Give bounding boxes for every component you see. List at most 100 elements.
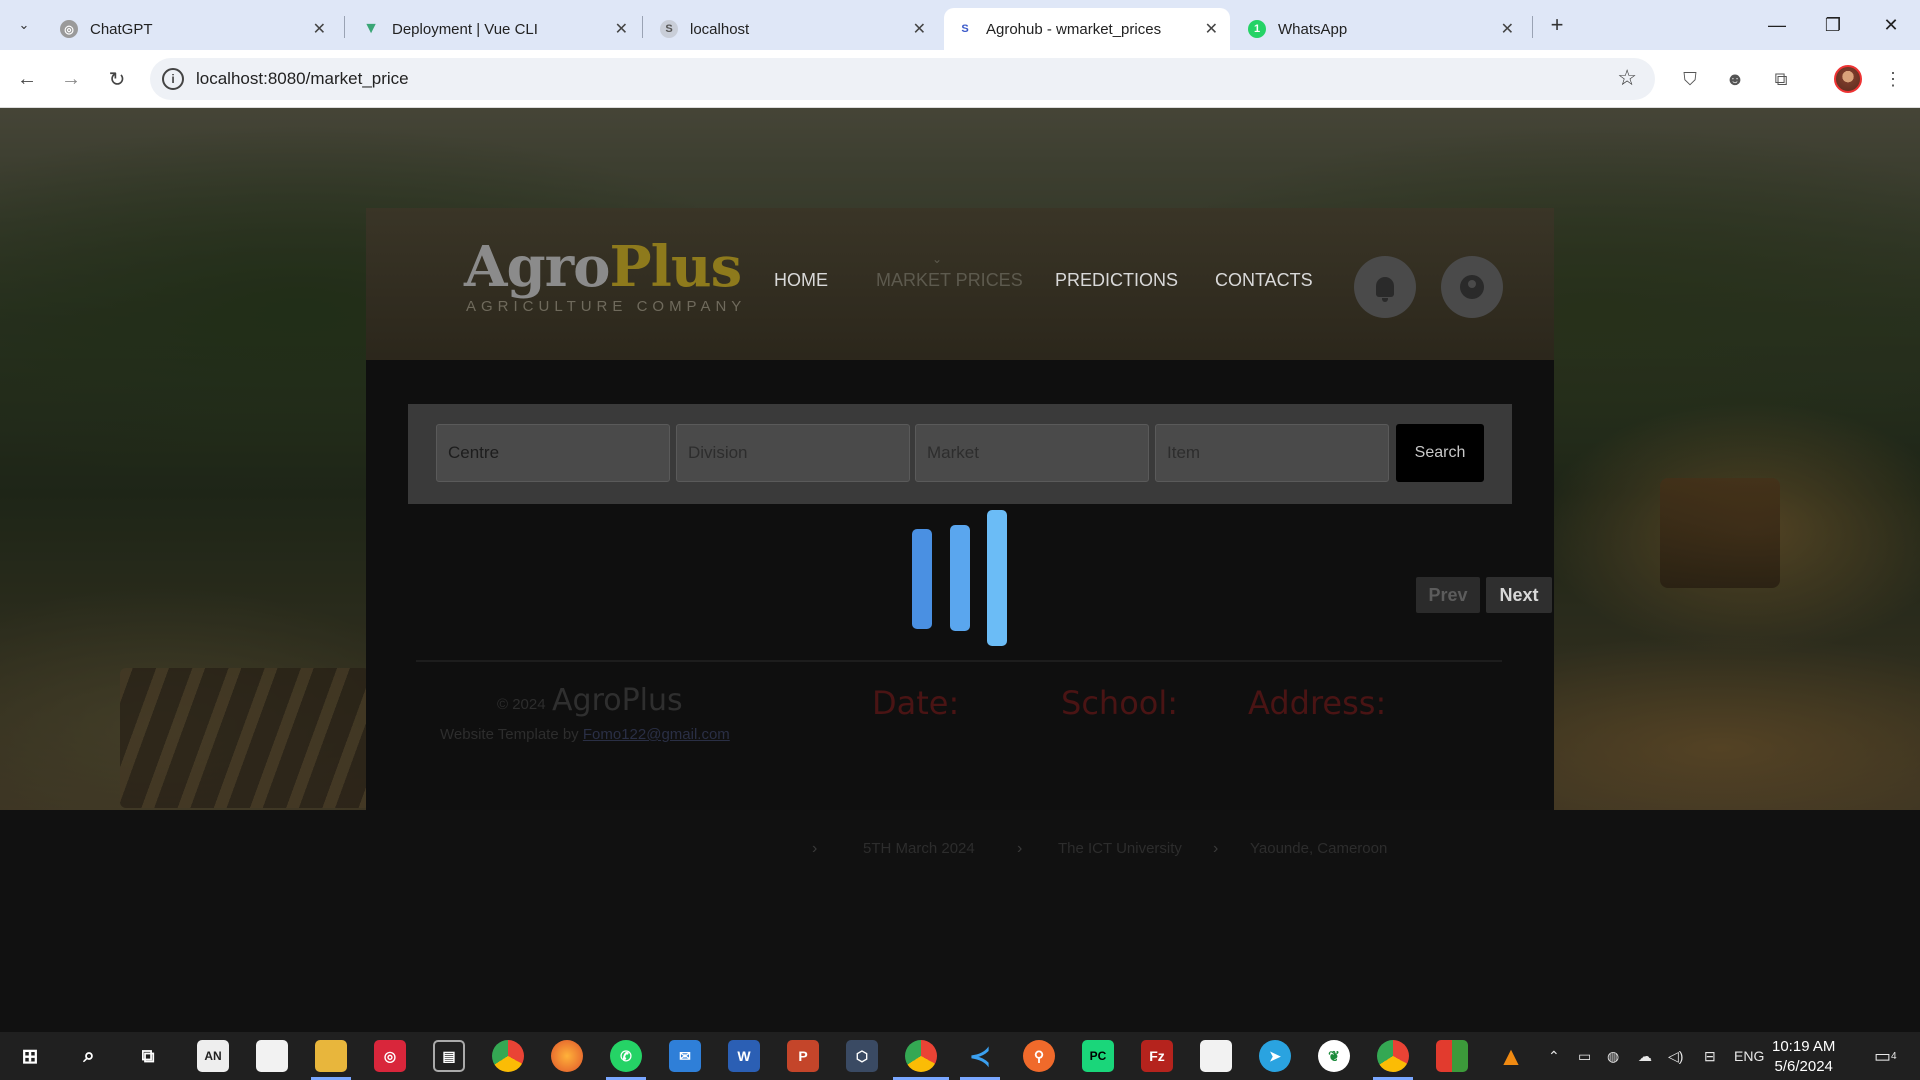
windows-start-icon[interactable]: ⊞ [14, 1040, 46, 1072]
close-tab-icon[interactable]: ✕ [313, 19, 326, 39]
back-icon[interactable]: ← [12, 64, 42, 94]
tab-localhost[interactable]: S localhost ✕ [648, 8, 938, 50]
item-field[interactable]: Item [1155, 424, 1389, 482]
powerpoint-icon[interactable]: P [787, 1040, 819, 1072]
forward-icon[interactable]: → [56, 64, 86, 94]
tab-vue-cli[interactable]: ▼ Deployment | Vue CLI ✕ [350, 8, 640, 50]
chrome-profile-icon[interactable] [905, 1040, 937, 1072]
cloud-icon[interactable]: ☁ [1638, 1032, 1652, 1080]
postman-icon[interactable]: ⚲ [1023, 1040, 1055, 1072]
tab-whatsapp[interactable]: 1 WhatsApp ✕ [1236, 8, 1526, 50]
tab-chatgpt[interactable]: ◎ ChatGPT ✕ [48, 8, 338, 50]
task-view-icon[interactable]: ⧉ [132, 1040, 164, 1072]
profile-avatar[interactable] [1834, 65, 1862, 93]
new-tab-button[interactable]: + [1544, 12, 1570, 38]
market-field[interactable]: Market [915, 424, 1149, 482]
address-bar: ← → ↻ i localhost:8080/market_price ☆ ⛉ … [0, 50, 1920, 108]
logo-plus-text: Plus [609, 234, 742, 300]
search-icon[interactable]: ⌕ [73, 1040, 105, 1072]
credit-prefix: Website Template by [440, 726, 579, 743]
next-button[interactable]: Next [1486, 577, 1552, 613]
chrome-second-profile-icon[interactable] [1377, 1040, 1409, 1072]
account-button[interactable] [1441, 256, 1503, 318]
tab-separator [642, 16, 643, 38]
vscode-icon[interactable]: ≺ [964, 1040, 996, 1072]
vlc-icon[interactable]: ▲ [1495, 1040, 1527, 1072]
display-icon[interactable]: ⊟ [1704, 1032, 1716, 1080]
loader-bar [987, 510, 1007, 646]
bookmark-star-icon[interactable]: ☆ [1617, 65, 1637, 91]
tab-search-chevron-icon[interactable]: ⌄ [10, 12, 38, 38]
nav-contacts[interactable]: CONTACTS [1215, 270, 1313, 291]
winrar-icon[interactable] [1436, 1040, 1468, 1072]
browser-tab-bar: ⌄ ◎ ChatGPT ✕ ▼ Deployment | Vue CLI ✕ S… [0, 0, 1920, 50]
word-icon[interactable]: W [728, 1040, 760, 1072]
site-logo[interactable]: AgroPlus [464, 234, 742, 300]
footer-brand: AgroPlus [552, 683, 683, 718]
user-icon [1460, 275, 1484, 299]
division-field[interactable]: Division [676, 424, 910, 482]
calculator-icon[interactable]: ▤ [433, 1040, 465, 1072]
notepad-icon[interactable] [256, 1040, 288, 1072]
notifications-button[interactable] [1354, 256, 1416, 318]
url-text[interactable]: localhost:8080/market_price [196, 69, 409, 89]
shield-extension-icon[interactable]: ⛉ [1677, 66, 1703, 92]
file-explorer-icon[interactable] [315, 1040, 347, 1072]
virtualbox-icon[interactable]: ⬡ [846, 1040, 878, 1072]
footer-address-heading: Address: [1248, 684, 1387, 722]
close-tab-icon[interactable]: ✕ [913, 19, 926, 39]
footer-divider [416, 660, 1502, 662]
mongodb-icon[interactable]: ❦ [1318, 1040, 1350, 1072]
close-tab-icon[interactable]: ✕ [1205, 19, 1218, 39]
loader-bar [912, 529, 932, 629]
document-icon[interactable] [1200, 1040, 1232, 1072]
centre-field[interactable]: Centre [436, 424, 670, 482]
chatgpt-icon: ◎ [60, 20, 78, 38]
restore-icon[interactable]: ❐ [1818, 10, 1848, 40]
chrome-icon[interactable] [492, 1040, 524, 1072]
volume-icon[interactable]: ◁) [1668, 1032, 1683, 1080]
mail-icon[interactable]: ✉ [669, 1040, 701, 1072]
main-card: AgroPlus AGRICULTURE COMPANY HOME ⌄ MARK… [366, 208, 1554, 857]
extension-avatar-icon[interactable]: ☻ [1722, 66, 1748, 92]
nav-predictions[interactable]: PREDICTIONS [1055, 270, 1178, 291]
notifications-icon[interactable]: ▭ 4 [1874, 1032, 1897, 1080]
site-header: AgroPlus AGRICULTURE COMPANY HOME ⌄ MARK… [366, 208, 1554, 360]
footer-address-value: Yaounde, Cameroon [1250, 840, 1388, 857]
nav-market-prices[interactable]: MARKET PRICES [876, 270, 1023, 291]
whatsapp-taskbar-icon[interactable]: ✆ [610, 1040, 642, 1072]
chevron-right-icon: › [812, 840, 818, 857]
nav-home[interactable]: HOME [774, 270, 828, 291]
bell-icon [1376, 277, 1394, 302]
tab-agrohub[interactable]: S Agrohub - wmarket_prices ✕ [944, 8, 1230, 50]
firefox-icon[interactable] [551, 1040, 583, 1072]
reload-icon[interactable]: ↻ [102, 64, 132, 94]
loader-bar [950, 525, 970, 631]
minimize-icon[interactable]: — [1762, 10, 1792, 40]
taskbar-clock[interactable]: 10:19 AM 5/6/2024 [1772, 1037, 1835, 1077]
language-indicator[interactable]: ENG [1734, 1032, 1764, 1080]
tray-expand-icon[interactable]: ⌃ [1548, 1032, 1560, 1080]
extensions-puzzle-icon[interactable]: ⧉ [1768, 66, 1794, 92]
globe-icon[interactable]: ◍ [1607, 1032, 1619, 1080]
clock-date: 5/6/2024 [1774, 1058, 1833, 1075]
battery-icon[interactable]: ▭ [1578, 1032, 1591, 1080]
search-button[interactable]: Search [1396, 424, 1484, 482]
close-window-icon[interactable]: ✕ [1876, 10, 1906, 40]
pycharm-icon[interactable]: PC [1082, 1040, 1114, 1072]
site-info-icon[interactable]: i [162, 68, 184, 90]
url-field[interactable]: i localhost:8080/market_price ☆ [150, 58, 1655, 100]
close-tab-icon[interactable]: ✕ [615, 19, 628, 39]
tab-title: WhatsApp [1278, 20, 1348, 38]
credit-email-link[interactable]: Fomo122@gmail.com [583, 726, 730, 743]
filezilla-icon[interactable]: Fz [1141, 1040, 1173, 1072]
telegram-icon[interactable]: ➤ [1259, 1040, 1291, 1072]
prev-button[interactable]: Prev [1416, 577, 1480, 613]
tab-title: ChatGPT [90, 20, 153, 38]
recorder-icon[interactable]: ◎ [374, 1040, 406, 1072]
footer-date-value: 5TH March 2024 [863, 840, 975, 857]
close-tab-icon[interactable]: ✕ [1501, 19, 1514, 39]
tab-title: Deployment | Vue CLI [392, 20, 538, 38]
browser-menu-icon[interactable]: ⋮ [1880, 66, 1906, 92]
app-launcher-icon[interactable]: AN [197, 1040, 229, 1072]
